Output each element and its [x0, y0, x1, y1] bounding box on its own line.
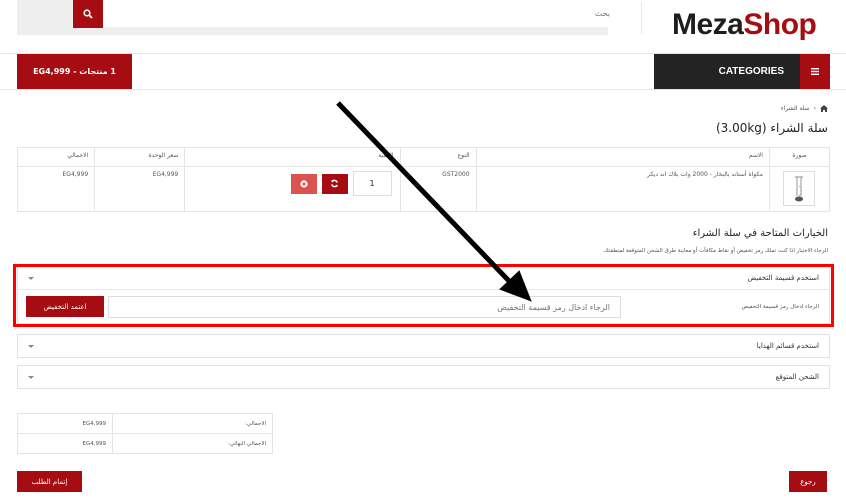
cell-image — [768, 166, 831, 212]
caret-down-icon — [28, 344, 34, 348]
cart-table: صورة الاسم النوع الكمية سعر الوحدة الاجم… — [16, 147, 831, 212]
header-total: الاجمالي — [16, 147, 96, 167]
options-description: الرجاء الاختيار اذا كنت تملك رمز تخفيض أ… — [602, 248, 828, 254]
page-title: سلة الشراء (3.00kg) — [715, 121, 828, 135]
header-quantity: الكمية — [184, 147, 401, 167]
back-button[interactable]: رجوع — [789, 471, 827, 492]
header-image: صورة — [768, 147, 831, 167]
logo-text-meza: Meza — [672, 8, 744, 41]
cell-product-name[interactable]: مكواة أستاند بالبخار - 2000 وات بلاك اند… — [475, 166, 770, 212]
grand-total-label: الاجمالي النهائي: — [112, 433, 273, 454]
remove-item-button[interactable] — [290, 173, 317, 194]
shipping-panel: الشحن المتوقع — [17, 365, 830, 389]
home-icon[interactable] — [820, 105, 828, 112]
top-header: MezaShop — [0, 0, 846, 54]
totals-table: الاجمالي: EG4,999 الاجمالي النهائي: EG4,… — [17, 413, 273, 454]
caret-down-icon — [28, 375, 34, 379]
coupon-panel-title: استخدم قسيمة التخفيض — [747, 274, 819, 282]
coupon-panel-toggle[interactable]: استخدم قسيمة التخفيض — [18, 267, 829, 289]
cell-model: GST2000 — [399, 166, 477, 212]
update-quantity-button[interactable] — [321, 173, 348, 194]
subtotal-label: الاجمالي: — [112, 413, 273, 434]
breadcrumb-separator: › — [813, 105, 816, 112]
search-button[interactable] — [73, 0, 103, 28]
logo-text-shop: Shop — [743, 8, 817, 41]
logo[interactable]: MezaShop — [672, 8, 817, 42]
search-icon — [83, 9, 93, 19]
coupon-panel: استخدم قسيمة التخفيض الرجاء ادخال رمز قس… — [17, 266, 830, 324]
search-input[interactable] — [103, 0, 624, 27]
header-model: النوع — [399, 147, 477, 167]
breadcrumb: › سلة الشراء — [781, 105, 828, 112]
checkout-button[interactable]: إتمام الطلب — [17, 471, 82, 492]
nav-bar: 1 منتجات - EG4,999 CATEGORIES — [0, 54, 846, 90]
header-divider — [641, 2, 642, 34]
voucher-panel-toggle[interactable]: استخدم قسائم الهدايا — [18, 335, 829, 357]
refresh-icon — [330, 179, 339, 188]
shipping-panel-title: الشحن المتوقع — [775, 373, 819, 381]
cell-unit-price: EG4,999 — [94, 166, 186, 212]
subtotal-value: EG4,999 — [17, 413, 113, 434]
cart-summary-button[interactable]: 1 منتجات - EG4,999 — [17, 54, 132, 89]
voucher-panel: استخدم قسائم الهدايا — [17, 334, 830, 358]
coupon-panel-body: الرجاء ادخال رمز قسيمة التخفيض اعتمد الت… — [18, 289, 829, 323]
coupon-code-input[interactable] — [108, 296, 621, 318]
totals-row: الاجمالي: EG4,999 — [17, 413, 273, 434]
categories-menu-button[interactable]: CATEGORIES — [654, 54, 830, 89]
cart-table-header-row: صورة الاسم النوع الكمية سعر الوحدة الاجم… — [16, 147, 831, 167]
cell-quantity: 1 — [184, 166, 401, 212]
totals-row: الاجمالي النهائي: EG4,999 — [17, 433, 273, 454]
grand-total-value: EG4,999 — [17, 433, 113, 454]
hamburger-icon — [800, 54, 830, 89]
remove-icon — [299, 179, 308, 188]
apply-coupon-button[interactable]: اعتمد التخفيض — [26, 296, 104, 317]
caret-down-icon — [28, 276, 34, 280]
categories-label: CATEGORIES — [718, 66, 784, 77]
cell-total: EG4,999 — [16, 166, 96, 212]
shipping-panel-toggle[interactable]: الشحن المتوقع — [18, 366, 829, 388]
voucher-panel-title: استخدم قسائم الهدايا — [756, 342, 819, 350]
product-name-link[interactable]: مكواة أستاند بالبخار - 2000 وات بلاك اند… — [647, 171, 763, 178]
breadcrumb-current[interactable]: سلة الشراء — [781, 105, 810, 112]
options-title: الخيارات المتاحة في سلة الشراء — [692, 228, 828, 239]
coupon-field-label: الرجاء ادخال رمز قسيمة التخفيض — [741, 304, 820, 310]
table-row: مكواة أستاند بالبخار - 2000 وات بلاك اند… — [16, 166, 831, 212]
header-unit-price: سعر الوحدة — [94, 147, 186, 167]
header-name: الاسم — [475, 147, 770, 167]
quantity-input[interactable]: 1 — [352, 171, 392, 196]
product-thumbnail[interactable] — [783, 171, 816, 206]
search-bar — [17, 0, 624, 35]
